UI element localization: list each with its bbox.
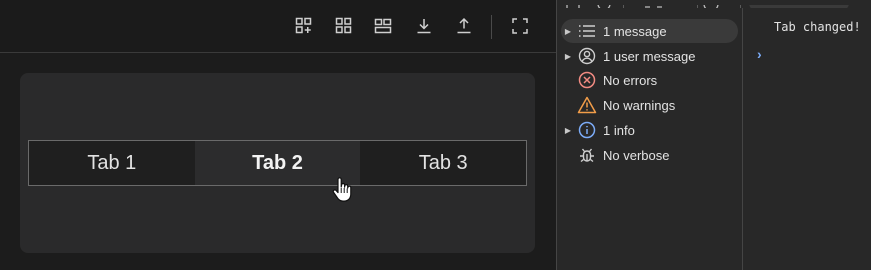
hand-cursor-icon (332, 177, 354, 208)
bug-icon (577, 145, 597, 165)
sidebar-item-label: No warnings (603, 97, 676, 113)
preview-pane: Tab 1 Tab 2 Tab 3 (0, 0, 556, 270)
devtools-console: ▶ 1 message ▶ 1 user message No errors N… (556, 0, 871, 270)
sidebar-item-messages[interactable]: ▶ 1 message (561, 19, 738, 43)
expand-caret-icon[interactable]: ▶ (561, 52, 575, 61)
sidebar-item-verbose[interactable]: No verbose (561, 143, 738, 167)
tabs-card: Tab 1 Tab 2 Tab 3 (20, 73, 535, 253)
sidebar-item-errors[interactable]: No errors (561, 68, 738, 92)
toolbar-divider (491, 15, 492, 39)
download-icon[interactable] (415, 17, 433, 35)
fullscreen-icon[interactable] (511, 17, 529, 35)
sidebar-item-label: 1 message (603, 23, 667, 39)
sidebar-item-warnings[interactable]: No warnings (561, 93, 738, 117)
add-widget-icon[interactable] (295, 17, 313, 35)
sidebar-item-label: 1 info (603, 122, 635, 138)
error-icon (577, 70, 597, 90)
sidebar-item-user-messages[interactable]: ▶ 1 user message (561, 44, 738, 68)
sidebar-item-info[interactable]: ▶ 1 info (561, 118, 738, 142)
sidebar-item-label: 1 user message (603, 48, 696, 64)
console-sidebar: ▶ 1 message ▶ 1 user message No errors N… (557, 8, 743, 270)
sidebar-item-label: No errors (603, 72, 658, 88)
devtools-toolbar (557, 0, 871, 8)
grid-icon[interactable] (335, 17, 353, 35)
tab-1[interactable]: Tab 1 (29, 141, 195, 185)
expand-caret-icon[interactable]: ▶ (561, 27, 575, 36)
user-icon (577, 46, 597, 66)
upload-icon[interactable] (455, 17, 473, 35)
console-prompt[interactable]: › (757, 46, 762, 62)
warning-icon (577, 95, 597, 115)
expand-caret-icon[interactable]: ▶ (561, 126, 575, 135)
tab-bar: Tab 1 Tab 2 Tab 3 (28, 140, 527, 186)
layout-icon[interactable] (374, 17, 392, 35)
tab-3[interactable]: Tab 3 (360, 141, 526, 185)
list-icon (577, 21, 597, 41)
preview-toolbar (0, 0, 556, 53)
console-message: Tab changed! (774, 20, 861, 34)
info-icon (577, 120, 597, 140)
console-output: Tab changed! › (743, 8, 871, 270)
sidebar-item-label: No verbose (603, 147, 670, 163)
